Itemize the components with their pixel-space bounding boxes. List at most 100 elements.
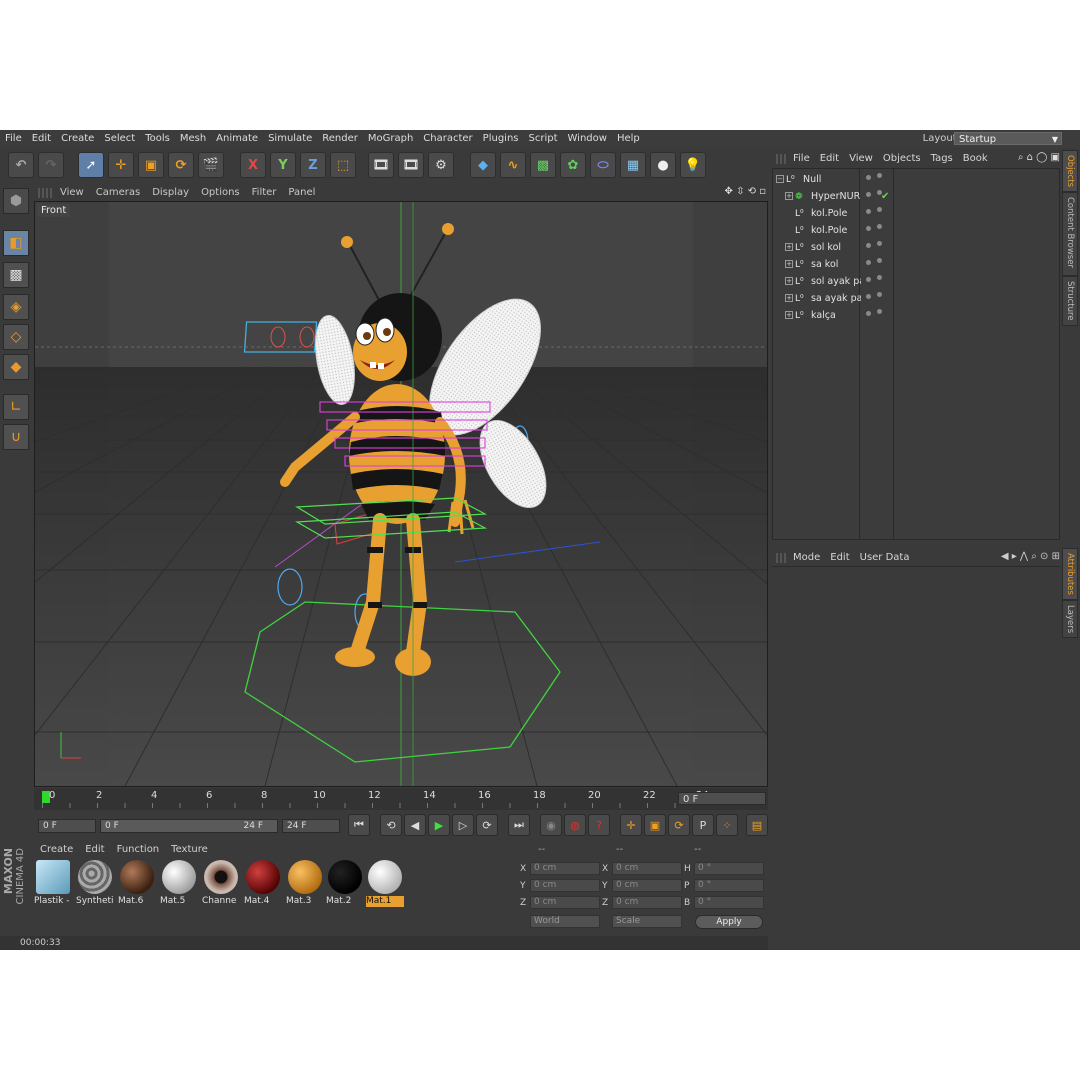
object-row[interactable]: L⁰ kol.Pole: [773, 222, 1059, 239]
material-swatch[interactable]: Mat.4: [244, 860, 282, 908]
om-search-home-icons[interactable]: ⌕ ⌂ ◯ ▣: [1018, 152, 1060, 163]
preview-range-slider[interactable]: 0 F 24 F: [100, 819, 278, 833]
array-icon[interactable]: ✿: [560, 152, 586, 178]
enabled-check-icon[interactable]: ✔: [881, 188, 889, 205]
position-z-field[interactable]: 0 cm: [530, 896, 600, 909]
rotate-icon[interactable]: ⟳: [168, 152, 194, 178]
undo-icon[interactable]: ↶: [8, 152, 34, 178]
collapse-icon[interactable]: −: [776, 175, 784, 183]
model-mode-icon[interactable]: ◧: [3, 230, 29, 256]
key-point-level-icon[interactable]: ⁘: [716, 814, 738, 836]
viewport-nav-icons[interactable]: ✥ ⇳ ⟲ ▫: [725, 186, 766, 197]
menu-render[interactable]: Render: [317, 130, 363, 148]
go-to-end-icon[interactable]: ⏭: [508, 814, 530, 836]
material-menu-edit[interactable]: Edit: [79, 842, 110, 858]
om-menu-book[interactable]: Book: [958, 151, 993, 167]
menu-mograph[interactable]: MoGraph: [363, 130, 418, 148]
object-row[interactable]: + L⁰ sol ayak pa: [773, 273, 1059, 290]
viewport-menu-display[interactable]: Display: [146, 185, 195, 201]
attr-menu-user-data[interactable]: User Data: [855, 550, 915, 566]
3d-viewport[interactable]: Front: [34, 201, 768, 787]
om-menu-edit[interactable]: Edit: [815, 151, 844, 167]
menu-character[interactable]: Character: [418, 130, 477, 148]
expand-icon[interactable]: +: [785, 243, 793, 251]
menu-animate[interactable]: Animate: [211, 130, 263, 148]
scale-select[interactable]: Scale: [612, 915, 682, 928]
snap-magnet-icon[interactable]: ∪: [3, 424, 29, 450]
rotation-b-field[interactable]: 0 °: [694, 896, 764, 909]
material-swatch[interactable]: Mat.5: [160, 860, 198, 908]
menu-tools[interactable]: Tools: [140, 130, 175, 148]
material-swatch[interactable]: Plastik -: [34, 860, 72, 908]
render-picture-viewer-icon[interactable]: 🎞: [398, 152, 424, 178]
record-keys-icon[interactable]: ◉: [540, 814, 562, 836]
x-axis-lock-button[interactable]: X: [240, 152, 266, 178]
texture-mode-icon[interactable]: ▩: [3, 262, 29, 288]
viewport-menu-view[interactable]: View: [54, 185, 90, 201]
y-axis-lock-button[interactable]: Y: [270, 152, 296, 178]
position-x-field[interactable]: 0 cm: [530, 862, 600, 875]
rotation-h-field[interactable]: 0 °: [694, 862, 764, 875]
key-rotation-icon[interactable]: ⟳: [668, 814, 690, 836]
material-menu-create[interactable]: Create: [34, 842, 79, 858]
camera-icon[interactable]: ●: [650, 152, 676, 178]
expand-icon[interactable]: +: [785, 260, 793, 268]
viewport-view-label[interactable]: Front: [37, 204, 71, 217]
viewport-menu-filter[interactable]: Filter: [246, 185, 283, 201]
expand-icon[interactable]: +: [785, 311, 793, 319]
object-row[interactable]: +❁ HyperNURB ✔: [773, 188, 1059, 205]
key-position-icon[interactable]: ✛: [620, 814, 642, 836]
om-menu-view[interactable]: View: [844, 151, 878, 167]
material-menu-texture[interactable]: Texture: [165, 842, 214, 858]
cube-icon[interactable]: ◆: [470, 152, 496, 178]
menu-simulate[interactable]: Simulate: [263, 130, 317, 148]
object-row[interactable]: + L⁰ sa kol: [773, 256, 1059, 273]
key-scale-icon[interactable]: ▣: [644, 814, 666, 836]
object-row[interactable]: + L⁰ sa ayak par: [773, 290, 1059, 307]
axis-mode-icon[interactable]: ∟: [3, 394, 29, 420]
expand-icon[interactable]: +: [785, 277, 793, 285]
menu-help[interactable]: Help: [612, 130, 645, 148]
size-z-field[interactable]: 0 cm: [612, 896, 682, 909]
om-menu-tags[interactable]: Tags: [926, 151, 958, 167]
current-frame-field[interactable]: 0 F: [678, 792, 766, 805]
move-icon[interactable]: ✛: [108, 152, 134, 178]
menu-plugins[interactable]: Plugins: [478, 130, 524, 148]
material-swatch-selected[interactable]: Mat.1: [366, 860, 404, 908]
play-icon[interactable]: ▶: [428, 814, 450, 836]
menu-edit[interactable]: Edit: [27, 130, 56, 148]
viewport-menu-cameras[interactable]: Cameras: [90, 185, 146, 201]
attr-menu-edit[interactable]: Edit: [825, 550, 854, 566]
polygons-mode-icon[interactable]: ◆: [3, 354, 29, 380]
coordinate-system-icon[interactable]: ⬚: [330, 152, 356, 178]
rotation-p-field[interactable]: 0 °: [694, 879, 764, 892]
tab-attributes[interactable]: Attributes: [1062, 548, 1078, 600]
redo-icon[interactable]: ↷: [38, 152, 64, 178]
make-editable-icon[interactable]: ⬢: [3, 188, 29, 214]
go-to-start-icon[interactable]: ⏮: [348, 814, 370, 836]
floor-icon[interactable]: ▦: [620, 152, 646, 178]
viewport-menu-panel[interactable]: Panel: [282, 185, 321, 201]
timeline-ruler[interactable]: 0 2 4 6 8 10 12 14 16 18 20 22 24: [34, 788, 768, 810]
nurbs-icon[interactable]: ▩: [530, 152, 556, 178]
select-arrow-icon[interactable]: ➚: [78, 152, 104, 178]
object-row[interactable]: L⁰ kol.Pole: [773, 205, 1059, 222]
viewport-menu-options[interactable]: Options: [195, 185, 246, 201]
om-menu-file[interactable]: File: [788, 151, 815, 167]
attr-menu-mode[interactable]: Mode: [788, 550, 825, 566]
material-swatch[interactable]: Syntheti: [76, 860, 114, 908]
expand-icon[interactable]: +: [785, 294, 793, 302]
position-y-field[interactable]: 0 cm: [530, 879, 600, 892]
keyframe-selection-icon[interactable]: ?: [588, 814, 610, 836]
tab-objects[interactable]: Objects: [1062, 150, 1078, 192]
timeline-window-icon[interactable]: ▤: [746, 814, 768, 836]
light-bulb-icon[interactable]: 💡: [680, 152, 706, 178]
tab-structure[interactable]: Structure: [1062, 276, 1078, 326]
previous-key-icon[interactable]: ⟲: [380, 814, 402, 836]
auto-keying-icon[interactable]: ◍: [564, 814, 586, 836]
menu-create[interactable]: Create: [56, 130, 99, 148]
size-x-field[interactable]: 0 cm: [612, 862, 682, 875]
om-menu-objects[interactable]: Objects: [878, 151, 926, 167]
menu-mesh[interactable]: Mesh: [175, 130, 211, 148]
menu-file[interactable]: File: [0, 130, 27, 148]
